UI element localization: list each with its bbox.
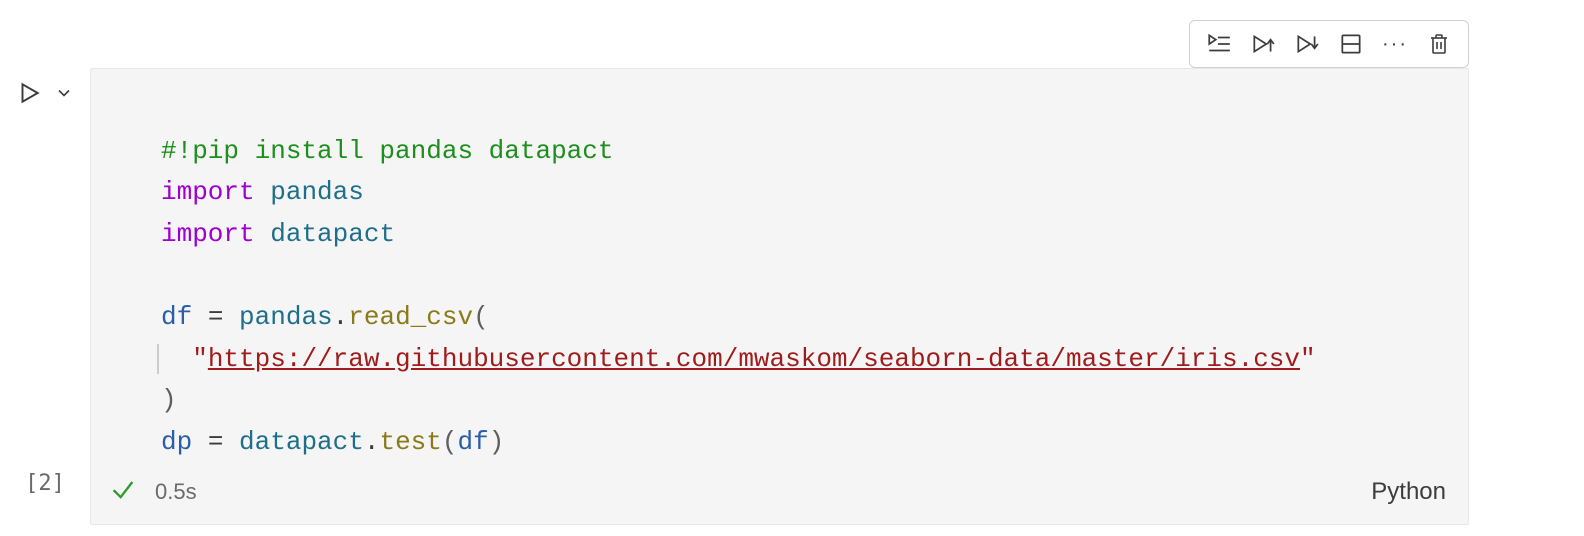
success-check-icon: [109, 475, 137, 508]
code-paren: (: [442, 427, 458, 457]
code-method: test: [379, 427, 441, 457]
run-cell-icon[interactable]: [16, 80, 42, 111]
execute-above-icon[interactable]: [1250, 31, 1276, 57]
code-module: datapact: [270, 219, 395, 249]
execute-below-icon[interactable]: [1294, 31, 1320, 57]
execution-count: [2]: [25, 471, 65, 496]
notebook-cell: [2] #!pip install pandas datapact import…: [0, 68, 1584, 525]
code-arg: df: [458, 427, 489, 457]
execution-time: 0.5s: [155, 479, 197, 505]
cell-gutter: [2]: [0, 68, 90, 496]
delete-cell-icon[interactable]: [1426, 31, 1452, 57]
code-op: .: [333, 302, 349, 332]
code-comment: #!pip install pandas datapact: [161, 136, 613, 166]
code-module: datapact: [239, 427, 364, 457]
code-op: =: [192, 302, 239, 332]
more-actions-icon[interactable]: ···: [1382, 31, 1408, 57]
code-string: ": [192, 344, 208, 374]
cell-toolbar: ···: [1189, 20, 1469, 68]
code-string: ": [1300, 344, 1316, 374]
code-string-url: https://raw.githubusercontent.com/mwasko…: [208, 344, 1300, 374]
code-keyword: import: [161, 177, 255, 207]
run-by-line-icon[interactable]: [1206, 31, 1232, 57]
chevron-down-icon[interactable]: [54, 83, 74, 108]
code-paren: ): [161, 385, 177, 415]
code-var: df: [161, 302, 192, 332]
split-cell-icon[interactable]: [1338, 31, 1364, 57]
code-keyword: import: [161, 219, 255, 249]
code-op: =: [192, 427, 239, 457]
code-paren: ): [489, 427, 505, 457]
code-editor[interactable]: #!pip install pandas datapact import pan…: [91, 89, 1468, 463]
code-op: .: [364, 427, 380, 457]
code-module: pandas: [270, 177, 364, 207]
code-paren: (: [473, 302, 489, 332]
language-label[interactable]: Python: [1371, 478, 1446, 506]
code-module: pandas: [239, 302, 333, 332]
code-cell[interactable]: #!pip install pandas datapact import pan…: [90, 68, 1469, 525]
code-method: read_csv: [348, 302, 473, 332]
code-var: dp: [161, 427, 192, 457]
cell-status-bar: 0.5s Python: [91, 463, 1468, 516]
